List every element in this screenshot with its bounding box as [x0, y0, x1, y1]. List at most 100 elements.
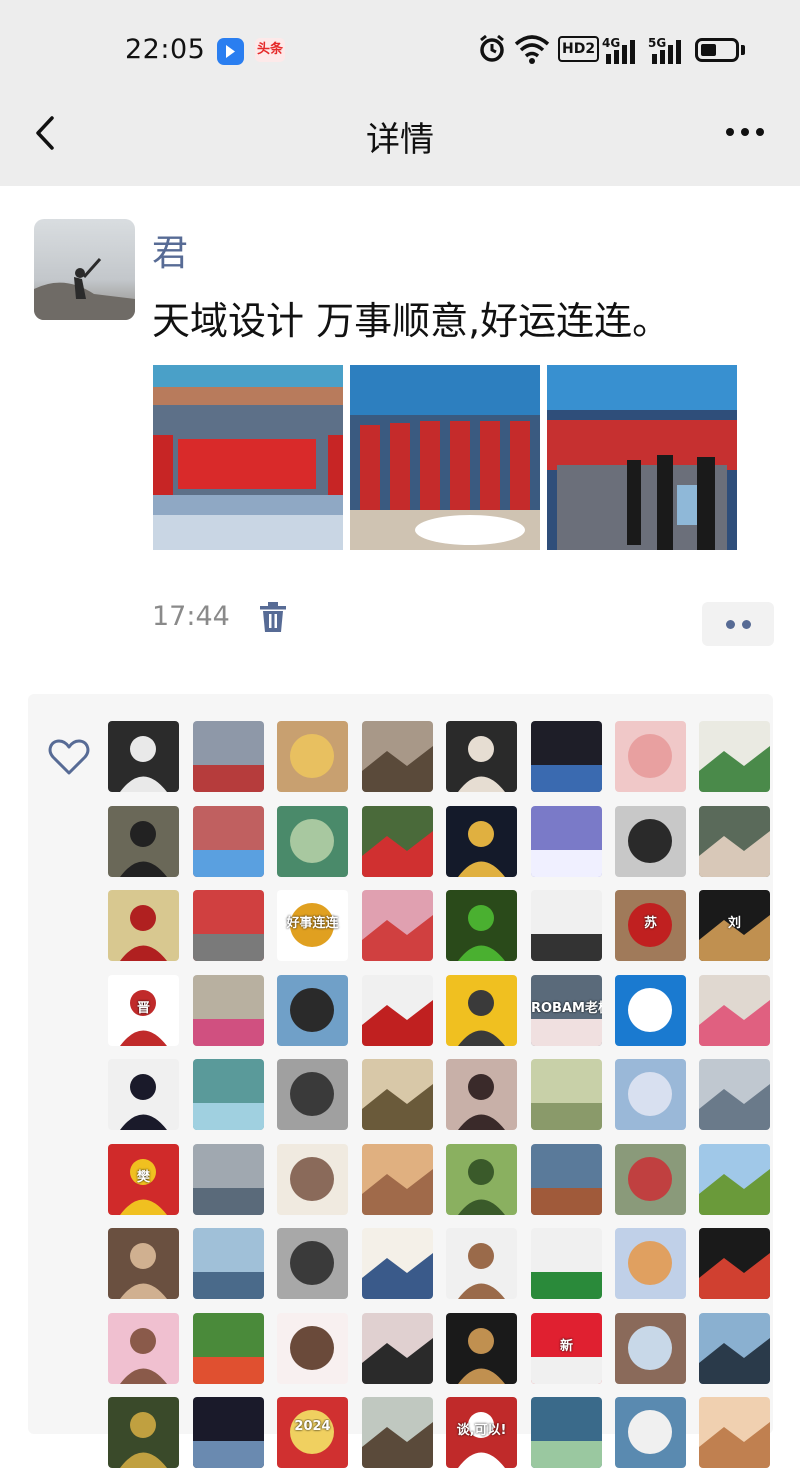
liker-avatar[interactable]	[615, 975, 686, 1046]
liker-avatar-text: 苏	[643, 916, 657, 931]
liker-avatar[interactable]	[446, 890, 517, 961]
app-notification-icon	[217, 38, 244, 65]
liker-avatar[interactable]	[362, 1228, 433, 1299]
liker-avatar[interactable]	[615, 1397, 686, 1468]
liker-avatar[interactable]: 刘	[699, 890, 770, 961]
liker-avatar[interactable]	[362, 721, 433, 792]
liker-avatar[interactable]	[193, 1228, 264, 1299]
liker-avatar[interactable]: 2024	[277, 1397, 348, 1468]
liker-avatar[interactable]	[446, 1059, 517, 1130]
liker-avatar[interactable]	[193, 721, 264, 792]
liker-avatar[interactable]	[108, 1313, 179, 1384]
liker-avatar[interactable]	[446, 975, 517, 1046]
post-text: 天域设计 万事顺意,好运连连。	[152, 299, 671, 343]
liker-avatar-text: 刘	[727, 916, 741, 931]
liker-avatar[interactable]	[193, 1059, 264, 1130]
liker-avatar-text: 晋	[136, 1001, 150, 1016]
liker-avatar[interactable]	[108, 1059, 179, 1130]
post-image-3[interactable]	[547, 365, 737, 550]
liker-avatar[interactable]	[193, 1397, 264, 1468]
liker-avatar[interactable]	[193, 975, 264, 1046]
liker-avatar[interactable]	[699, 975, 770, 1046]
liker-avatar[interactable]	[699, 1059, 770, 1130]
hd-icon: HD2	[558, 36, 600, 62]
liker-avatar[interactable]	[277, 975, 348, 1046]
liker-avatar[interactable]	[615, 1228, 686, 1299]
liker-avatar[interactable]	[277, 1313, 348, 1384]
liker-avatar[interactable]	[615, 1059, 686, 1130]
liker-avatar[interactable]: 谈,可以!	[446, 1397, 517, 1468]
liker-avatar-text: 樊	[136, 1170, 150, 1185]
liker-avatar[interactable]	[362, 1144, 433, 1215]
post-image-2[interactable]	[350, 365, 540, 550]
liker-avatar[interactable]	[277, 721, 348, 792]
liker-avatar[interactable]	[193, 1144, 264, 1215]
liker-avatar[interactable]	[446, 806, 517, 877]
liker-avatar[interactable]	[531, 806, 602, 877]
liker-avatar[interactable]	[615, 721, 686, 792]
liker-avatar[interactable]	[277, 1059, 348, 1130]
liker-avatar[interactable]	[108, 890, 179, 961]
nav-bar: 详情	[0, 100, 800, 186]
battery-icon	[695, 38, 739, 62]
heart-icon	[48, 739, 90, 775]
liker-avatar[interactable]	[615, 1313, 686, 1384]
liker-avatar[interactable]	[699, 1397, 770, 1468]
liker-avatar[interactable]	[193, 890, 264, 961]
ellipsis-icon[interactable]	[720, 112, 770, 152]
liker-avatar[interactable]	[362, 806, 433, 877]
liker-avatar[interactable]	[362, 1313, 433, 1384]
liker-avatar[interactable]: 苏	[615, 890, 686, 961]
liker-avatar[interactable]	[108, 721, 179, 792]
liker-avatar[interactable]	[277, 1144, 348, 1215]
signal-5g-icon	[652, 40, 681, 64]
liker-avatar[interactable]	[699, 1313, 770, 1384]
liker-avatar[interactable]	[362, 1059, 433, 1130]
liker-avatar[interactable]	[193, 806, 264, 877]
liker-avatar[interactable]	[108, 1397, 179, 1468]
liker-avatar[interactable]	[699, 1228, 770, 1299]
comment-like-button[interactable]	[702, 602, 774, 646]
liker-avatar[interactable]	[531, 1228, 602, 1299]
liker-avatar[interactable]	[362, 1397, 433, 1468]
liker-avatar[interactable]	[277, 1228, 348, 1299]
liker-avatar[interactable]	[699, 806, 770, 877]
liker-avatar[interactable]	[446, 1228, 517, 1299]
wifi-icon	[514, 35, 550, 64]
liker-avatar-text: 2024	[294, 1419, 331, 1434]
author-name[interactable]: 君	[152, 224, 188, 276]
author-avatar[interactable]	[34, 219, 135, 320]
liker-avatar[interactable]	[699, 1144, 770, 1215]
liker-avatar[interactable]	[193, 1313, 264, 1384]
liker-avatar[interactable]: 晋	[108, 975, 179, 1046]
liker-avatar-text: 好事连连	[286, 916, 339, 931]
liker-avatar-text: ROBAM老板	[531, 1001, 602, 1016]
liker-avatar[interactable]	[108, 806, 179, 877]
liker-avatar[interactable]	[699, 721, 770, 792]
liker-avatar[interactable]	[531, 1059, 602, 1130]
liker-avatar[interactable]	[531, 890, 602, 961]
liker-avatar[interactable]	[277, 806, 348, 877]
liker-avatar[interactable]	[446, 1144, 517, 1215]
liker-avatar[interactable]	[446, 721, 517, 792]
liker-avatar[interactable]: 新	[531, 1313, 602, 1384]
liker-avatar[interactable]: 樊	[108, 1144, 179, 1215]
liker-avatar[interactable]	[615, 1144, 686, 1215]
liker-avatar[interactable]	[615, 806, 686, 877]
trash-icon[interactable]	[258, 600, 288, 634]
status-bar: 22:05 头条 HD2 4G 5G	[0, 0, 800, 100]
liker-avatar[interactable]: ROBAM老板	[531, 975, 602, 1046]
liker-avatar[interactable]	[531, 721, 602, 792]
post-image-1[interactable]	[153, 365, 343, 550]
signal-4g-icon	[606, 40, 635, 64]
liker-avatar[interactable]	[531, 1144, 602, 1215]
liker-avatar[interactable]	[446, 1313, 517, 1384]
post-time: 17:44	[152, 601, 230, 632]
liker-avatar[interactable]	[108, 1228, 179, 1299]
liker-avatar[interactable]	[531, 1397, 602, 1468]
status-time: 22:05	[125, 34, 206, 65]
liker-avatar-text: 新	[559, 1339, 573, 1354]
liker-avatar[interactable]	[362, 890, 433, 961]
liker-avatar[interactable]	[362, 975, 433, 1046]
liker-avatar[interactable]: 好事连连	[277, 890, 348, 961]
